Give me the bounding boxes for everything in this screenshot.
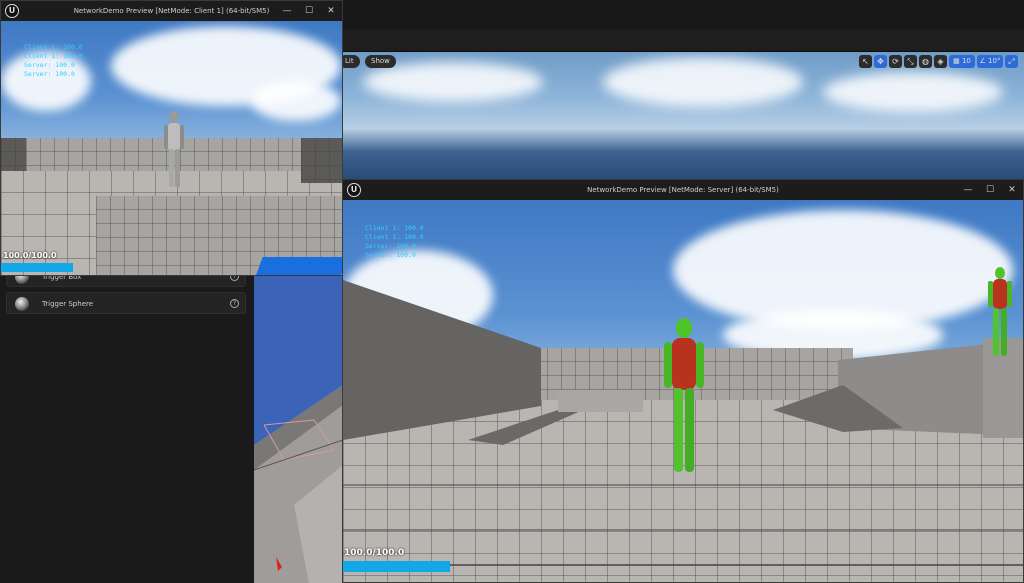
server-health-fill	[343, 561, 450, 572]
client-preview-window: U NetworkDemo Preview [NetMode: Client 1…	[0, 0, 343, 276]
close-button[interactable]: ✕	[1001, 180, 1023, 200]
level-geometry	[254, 385, 343, 583]
client-hud-stats: Client 1: 100.0 Client 1: 100.0 Server: …	[24, 43, 83, 78]
server-character-near	[664, 318, 704, 472]
server-health-text: 100.0/100.0	[344, 548, 405, 558]
server-preview-window: U NetworkDemo Preview [NetMode: Server] …	[342, 179, 1024, 583]
client-health-fill	[1, 263, 73, 272]
translate-tool-icon[interactable]: ✥	[874, 55, 887, 68]
server-hud-stats: Client 1: 100.0 Client 1: 100.0 Server: …	[365, 224, 424, 259]
right-wall	[301, 138, 342, 183]
select-tool-icon[interactable]: ↖	[859, 55, 872, 68]
maximize-viewport-icon[interactable]: ⤢	[1005, 55, 1018, 68]
window-controls: — ☐ ✕	[957, 180, 1023, 200]
maximize-button[interactable]: ☐	[979, 180, 1001, 200]
server-character-far	[988, 267, 1012, 356]
server-game-view[interactable]: Client 1: 100.0 Client 1: 100.0 Server: …	[343, 200, 1023, 582]
rotation-snap-toggle[interactable]: ∠ 10°	[977, 55, 1003, 68]
editor-tab-bar	[343, 30, 1024, 52]
server-health-bar	[343, 561, 450, 572]
lit-button[interactable]: Lit	[343, 55, 360, 68]
minimize-button[interactable]: —	[276, 1, 298, 21]
level-viewport-fragment	[254, 275, 343, 583]
grid-snap-toggle[interactable]: ▦ 10	[949, 55, 975, 68]
desktop: Lit Show ↖ ✥ ⟳ ⤡ ◍ ◈ ▦ 10 ∠ 10° ⤢ Trigge…	[0, 0, 1024, 583]
client-character	[164, 111, 184, 187]
place-item-label: Trigger Sphere	[42, 300, 94, 308]
client-health-bar	[1, 263, 73, 272]
place-actors-panel: Trigger Box ? Trigger Sphere ?	[0, 265, 254, 583]
maximize-button[interactable]: ☐	[298, 1, 320, 21]
sphere-icon	[15, 297, 29, 311]
scale-tool-icon[interactable]: ⤡	[904, 55, 917, 68]
surface-snap-icon[interactable]: ◈	[934, 55, 947, 68]
close-button[interactable]: ✕	[320, 1, 342, 21]
place-item-trigger-sphere[interactable]: Trigger Sphere ?	[6, 292, 246, 314]
rotate-tool-icon[interactable]: ⟳	[889, 55, 902, 68]
world-local-icon[interactable]: ◍	[919, 55, 932, 68]
window-controls: — ☐ ✕	[276, 1, 342, 21]
viewport-tools: ↖ ✥ ⟳ ⤡ ◍ ◈ ▦ 10 ∠ 10° ⤢	[859, 55, 1018, 68]
editor-toolbar	[343, 0, 1024, 30]
window-title: NetworkDemo Preview [NetMode: Server] (6…	[587, 186, 779, 194]
minimize-button[interactable]: —	[957, 180, 979, 200]
help-icon[interactable]: ?	[230, 299, 239, 308]
blue-block	[255, 257, 342, 275]
client-health-text: 100.0/100.0	[3, 251, 57, 260]
titlebar[interactable]: U NetworkDemo Preview [NetMode: Client 1…	[1, 1, 342, 21]
show-button[interactable]: Show	[365, 55, 396, 68]
level-viewport[interactable]: Lit Show ↖ ✥ ⟳ ⤡ ◍ ◈ ▦ 10 ∠ 10° ⤢	[343, 52, 1024, 180]
titlebar[interactable]: U NetworkDemo Preview [NetMode: Server] …	[343, 180, 1023, 200]
client-game-view[interactable]: Client 1: 100.0 Client 1: 100.0 Server: …	[1, 21, 342, 275]
